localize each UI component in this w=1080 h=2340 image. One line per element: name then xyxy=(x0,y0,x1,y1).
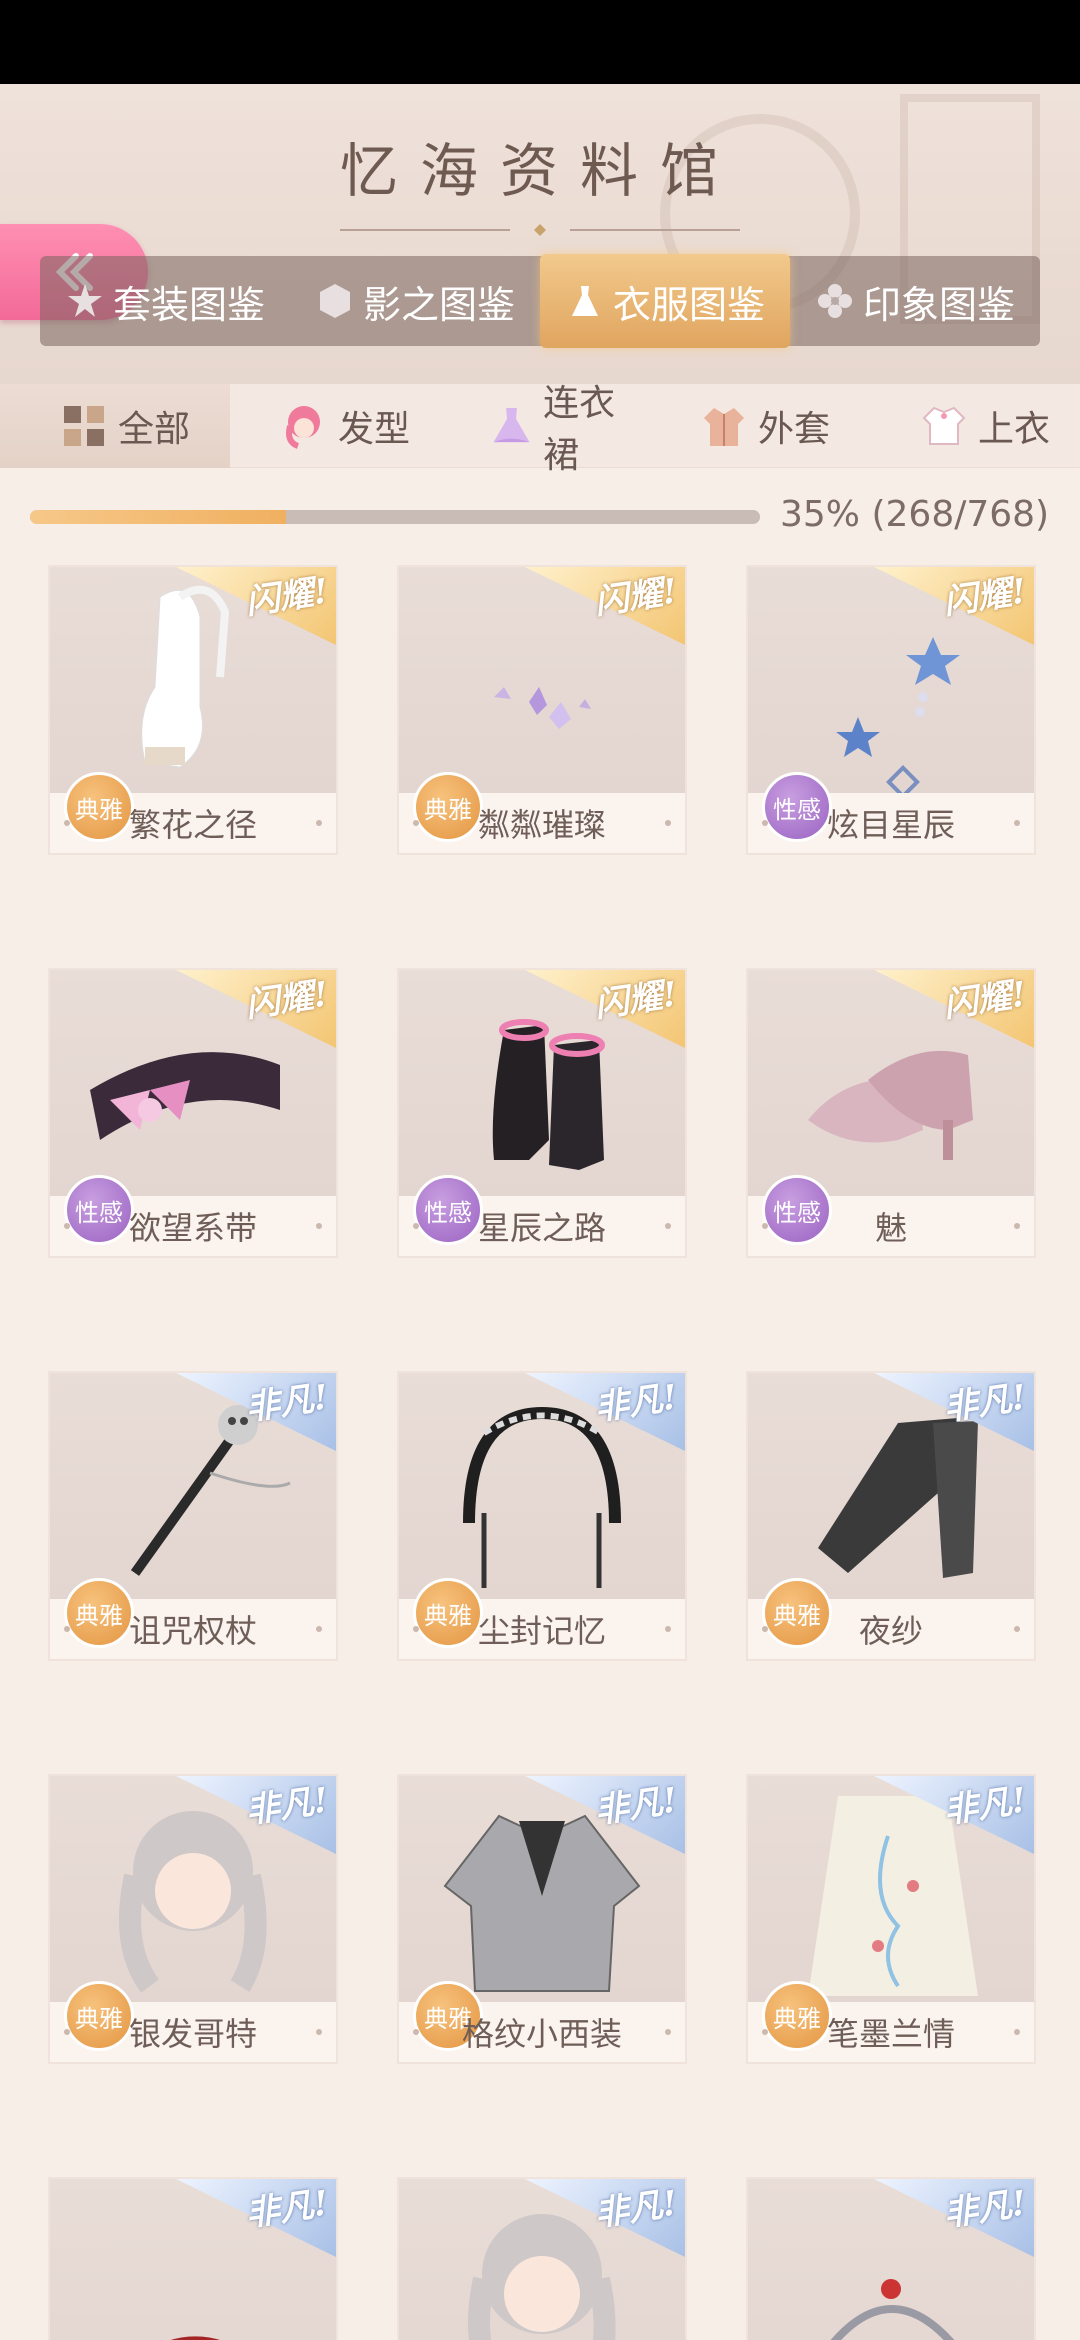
items-grid: 闪耀! 典雅 繁花之径 闪耀! 典雅 粼粼璀璨 闪耀! 性感 炫目星辰 闪耀! 性感 欲望系带 闪耀! 性… xyxy=(48,565,1038,2340)
item-name: 笔墨兰情 xyxy=(748,2002,1034,2062)
subtab-hair[interactable]: 发型 xyxy=(230,384,430,468)
header: 忆海资料馆 套装图鉴 影之图鉴 衣服图鉴 印象图鉴 xyxy=(0,84,1080,384)
item-card[interactable]: 闪耀! 性感 炫目星辰 xyxy=(746,565,1036,855)
tab-label: 衣服图鉴 xyxy=(612,282,765,327)
subtab-label: 发型 xyxy=(338,408,411,450)
item-card[interactable]: 闪耀! 性感 星辰之路 xyxy=(397,968,687,1258)
tab-label: 印象图鉴 xyxy=(862,282,1015,327)
item-name: 炫目星辰 xyxy=(748,793,1034,853)
item-name: 繁花之径 xyxy=(50,793,336,853)
page-title: 忆海资料馆 xyxy=(339,137,740,205)
progress-fill xyxy=(30,510,286,524)
dress-icon xyxy=(493,407,530,442)
tab-label: 套装图鉴 xyxy=(112,282,265,327)
item-card[interactable]: 非凡! 典雅 诅咒权杖 xyxy=(48,1371,338,1661)
flower-icon xyxy=(817,284,852,318)
item-name: 欲望系带 xyxy=(50,1196,336,1256)
item-name: 粼粼璀璨 xyxy=(399,793,685,853)
item-name: 格纹小西装 xyxy=(399,2002,685,2062)
item-card[interactable]: 非凡! xyxy=(48,2177,338,2340)
subtab-all[interactable]: 全部 xyxy=(0,383,230,468)
item-name: 银发哥特 xyxy=(50,2002,336,2062)
subtab-label: 上衣 xyxy=(978,408,1051,450)
tab-impression-collection[interactable]: 印象图鉴 xyxy=(790,256,1040,346)
item-card[interactable]: 闪耀! 典雅 繁花之径 xyxy=(48,565,338,855)
item-card[interactable]: 非凡! xyxy=(746,2177,1036,2340)
item-name: 诅咒权杖 xyxy=(50,1599,336,1659)
shirt-icon xyxy=(922,406,966,445)
tab-shadow-collection[interactable]: 影之图鉴 xyxy=(290,256,540,346)
subtab-top[interactable]: 上衣 xyxy=(860,384,1080,468)
item-name: 魅 xyxy=(748,1196,1034,1256)
item-card[interactable]: 闪耀! 性感 欲望系带 xyxy=(48,968,338,1258)
hexagon-icon xyxy=(319,284,350,318)
tab-suit-collection[interactable]: 套装图鉴 xyxy=(40,256,290,346)
progress-text: 35% (268/768) xyxy=(780,494,1050,535)
status-bar xyxy=(0,0,1080,84)
item-name: 尘封记忆 xyxy=(399,1599,685,1659)
item-card[interactable]: 非凡! 典雅 夜纱 xyxy=(746,1371,1036,1661)
subtab-dress[interactable]: 连衣裙 xyxy=(430,383,660,476)
item-card[interactable]: 非凡! xyxy=(397,2177,687,2340)
item-name: 星辰之路 xyxy=(399,1196,685,1256)
subtab-label: 外套 xyxy=(758,408,831,450)
title-ornament-icon xyxy=(340,224,740,236)
star-icon xyxy=(67,284,102,317)
coat-icon xyxy=(704,407,744,446)
subtab-label: 全部 xyxy=(118,408,191,450)
dress-icon xyxy=(571,286,598,316)
item-card[interactable]: 闪耀! 性感魅 xyxy=(746,968,1036,1258)
tab-clothes-collection[interactable]: 衣服图鉴 xyxy=(540,254,790,348)
item-card[interactable]: 非凡! 典雅 银发哥特 xyxy=(48,1774,338,2064)
collection-progress-bar xyxy=(30,510,760,524)
item-card[interactable]: 非凡! 典雅 尘封记忆 xyxy=(397,1371,687,1661)
item-card[interactable]: 非凡! 典雅 笔墨兰情 xyxy=(746,1774,1036,2064)
subtab-coat[interactable]: 外套 xyxy=(660,384,860,468)
item-card[interactable]: 闪耀! 典雅 粼粼璀璨 xyxy=(397,565,687,855)
item-name: 夜纱 xyxy=(748,1599,1034,1659)
tab-label: 影之图鉴 xyxy=(362,282,515,327)
main-tabs: 套装图鉴 影之图鉴 衣服图鉴 印象图鉴 xyxy=(40,254,1040,348)
subtab-label: 连衣裙 xyxy=(543,382,616,476)
sub-tabs: 全部 发型 连衣裙 外套 上衣 xyxy=(0,383,1080,476)
item-card[interactable]: 非凡! 典雅 格纹小西装 xyxy=(397,1774,687,2064)
grid-icon xyxy=(64,405,104,446)
hair-icon xyxy=(286,405,320,449)
